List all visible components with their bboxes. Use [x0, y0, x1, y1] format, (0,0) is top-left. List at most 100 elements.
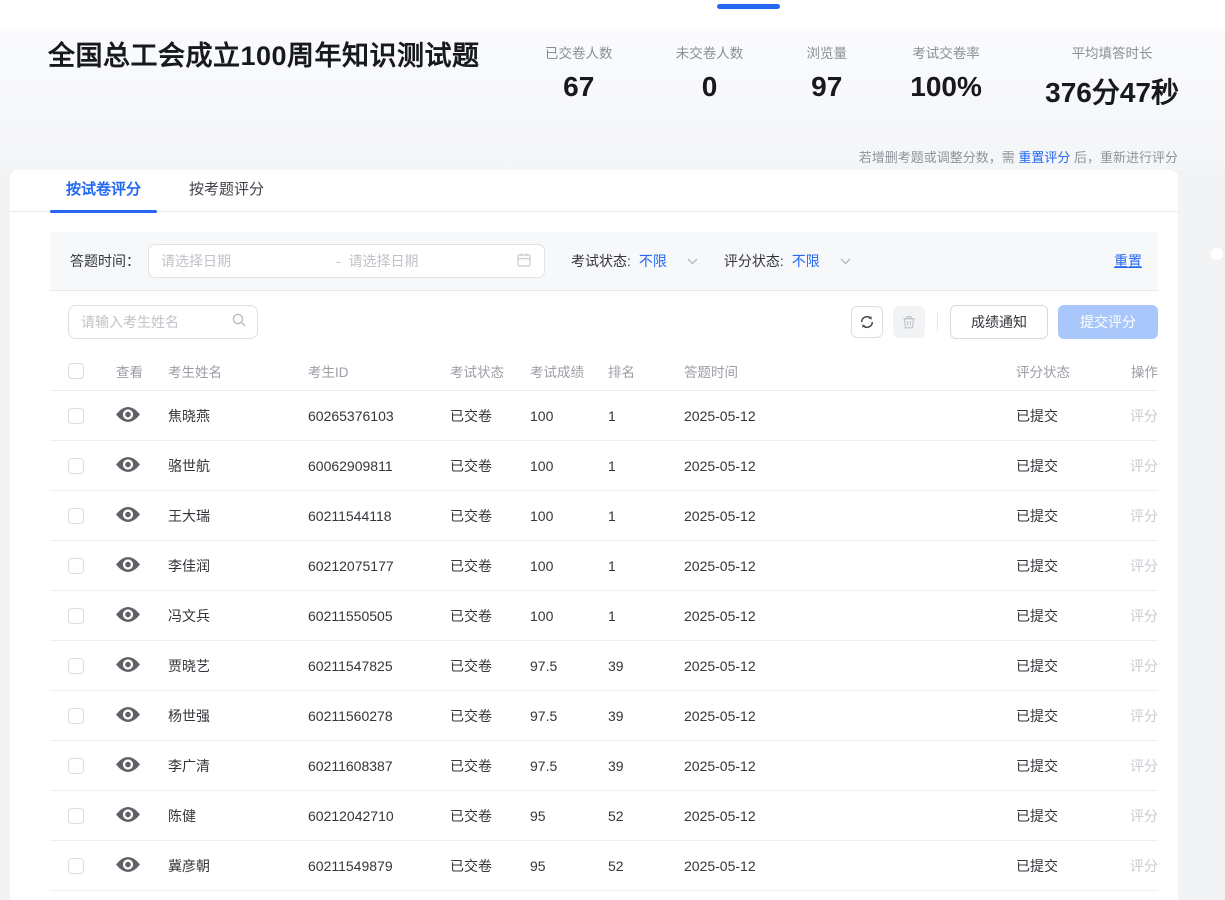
exam-status-select[interactable]: 不限: [639, 251, 667, 271]
reset-score-note: 若增删考题或调整分数，需 重置评分 后，重新进行评分: [859, 147, 1178, 166]
cell-time: 2025-05-12: [668, 458, 1016, 474]
stat-value: 0: [676, 71, 744, 103]
view-eye-icon[interactable]: [116, 756, 140, 773]
view-eye-icon[interactable]: [116, 456, 140, 473]
cell-exam-status: 已交卷: [450, 656, 530, 676]
grade-action-link[interactable]: 评分: [1130, 508, 1158, 524]
grade-action-link[interactable]: 评分: [1130, 608, 1158, 624]
table-body: 焦晓燕 60265376103 已交卷 100 1 2025-05-12 已提交…: [50, 391, 1158, 891]
search-icon[interactable]: [231, 312, 247, 333]
scrollbar-thumb[interactable]: [1211, 248, 1223, 260]
grade-action-link[interactable]: 评分: [1130, 408, 1158, 424]
select-all-checkbox[interactable]: [68, 363, 84, 379]
cell-id: 60265376103: [308, 408, 450, 424]
date-range-picker[interactable]: 请选择日期 - 请选择日期: [148, 244, 545, 278]
row-checkbox[interactable]: [68, 458, 84, 474]
cell-exam-status: 已交卷: [450, 456, 530, 476]
view-eye-icon[interactable]: [116, 856, 140, 873]
row-checkbox[interactable]: [68, 858, 84, 874]
chevron-down-icon[interactable]: [687, 258, 698, 265]
view-eye-icon[interactable]: [116, 506, 140, 523]
row-checkbox[interactable]: [68, 758, 84, 774]
row-checkbox[interactable]: [68, 408, 84, 424]
cell-time: 2025-05-12: [668, 508, 1016, 524]
cell-score: 97.5: [530, 658, 608, 674]
score-notify-button[interactable]: 成绩通知: [950, 305, 1048, 339]
cell-name: 骆世航: [168, 456, 308, 476]
reset-filters-link[interactable]: 重置: [1114, 251, 1142, 271]
cell-exam-status: 已交卷: [450, 806, 530, 826]
cell-time: 2025-05-12: [668, 808, 1016, 824]
cell-grade-status: 已提交: [1016, 556, 1104, 576]
cell-grade-status: 已提交: [1016, 656, 1104, 676]
cell-exam-status: 已交卷: [450, 506, 530, 526]
cell-grade-status: 已提交: [1016, 456, 1104, 476]
view-eye-icon[interactable]: [116, 806, 140, 823]
date-end-input[interactable]: 请选择日期: [349, 251, 517, 271]
cell-name: 陈健: [168, 806, 308, 826]
view-eye-icon[interactable]: [116, 656, 140, 673]
stat-label: 已交卷人数: [545, 42, 613, 62]
cell-name: 李广清: [168, 756, 308, 776]
view-eye-icon[interactable]: [116, 406, 140, 423]
grade-action-link[interactable]: 评分: [1130, 758, 1158, 774]
chevron-down-icon[interactable]: [840, 258, 851, 265]
cell-id: 60211544118: [308, 508, 450, 524]
stat-value: 97: [807, 71, 848, 103]
col-header-id: 考生ID: [308, 361, 450, 381]
cell-exam-status: 已交卷: [450, 606, 530, 626]
cell-id: 60062909811: [308, 458, 450, 474]
cell-exam-status: 已交卷: [450, 856, 530, 876]
table-header-row: 查看 考生姓名 考生ID 考试状态 考试成绩 排名 答题时间 评分状态 操作: [50, 351, 1158, 391]
cell-score: 97.5: [530, 758, 608, 774]
cell-exam-status: 已交卷: [450, 556, 530, 576]
stat-avg-duration: 平均填答时长 376分47秒: [1045, 42, 1179, 111]
grade-action-link[interactable]: 评分: [1130, 658, 1158, 674]
view-eye-icon[interactable]: [116, 706, 140, 723]
reset-score-link[interactable]: 重置评分: [1018, 150, 1070, 165]
search-input[interactable]: 请输入考生姓名: [68, 305, 258, 339]
cell-name: 李佳润: [168, 556, 308, 576]
cell-rank: 39: [608, 758, 668, 774]
search-placeholder: 请输入考生姓名: [81, 312, 231, 332]
grade-status-label: 评分状态:: [724, 251, 784, 271]
grade-action-link[interactable]: 评分: [1130, 858, 1158, 874]
stats-row: 已交卷人数 67 未交卷人数 0 浏览量 97 考试交卷率 100% 平均填答时…: [545, 42, 1179, 111]
cell-exam-status: 已交卷: [450, 756, 530, 776]
refresh-button[interactable]: [851, 306, 883, 338]
date-start-input[interactable]: 请选择日期: [161, 251, 329, 271]
note-prefix: 若增删考题或调整分数，需: [859, 150, 1019, 165]
grade-action-link[interactable]: 评分: [1130, 708, 1158, 724]
grading-tabs: 按试卷评分 按考题评分: [10, 170, 1178, 212]
cell-rank: 52: [608, 808, 668, 824]
row-checkbox[interactable]: [68, 508, 84, 524]
grade-status-select[interactable]: 不限: [792, 251, 820, 271]
answer-time-label: 答题时间：: [70, 251, 140, 271]
tab-grade-by-paper[interactable]: 按试卷评分: [50, 170, 157, 212]
cell-grade-status: 已提交: [1016, 706, 1104, 726]
table-row: 陈健 60212042710 已交卷 95 52 2025-05-12 已提交 …: [50, 791, 1158, 841]
cell-grade-status: 已提交: [1016, 856, 1104, 876]
note-suffix: 后，重新进行评分: [1070, 150, 1178, 165]
cell-name: 焦晓燕: [168, 406, 308, 426]
cell-id: 60211550505: [308, 608, 450, 624]
row-checkbox[interactable]: [68, 808, 84, 824]
table-row: 冯文兵 60211550505 已交卷 100 1 2025-05-12 已提交…: [50, 591, 1158, 641]
view-eye-icon[interactable]: [116, 556, 140, 573]
tab-grade-by-question[interactable]: 按考题评分: [173, 170, 280, 212]
row-checkbox[interactable]: [68, 708, 84, 724]
row-checkbox[interactable]: [68, 658, 84, 674]
cell-exam-status: 已交卷: [450, 706, 530, 726]
view-eye-icon[interactable]: [116, 606, 140, 623]
cell-name: 冀彦朝: [168, 856, 308, 876]
section-divider: [50, 290, 1158, 291]
calendar-icon: [516, 252, 532, 271]
row-checkbox[interactable]: [68, 558, 84, 574]
grade-action-link[interactable]: 评分: [1130, 558, 1158, 574]
submit-grading-button[interactable]: 提交评分: [1058, 305, 1158, 339]
grade-action-link[interactable]: 评分: [1130, 458, 1158, 474]
delete-button[interactable]: [893, 306, 925, 338]
cell-rank: 1: [608, 508, 668, 524]
grade-action-link[interactable]: 评分: [1130, 808, 1158, 824]
row-checkbox[interactable]: [68, 608, 84, 624]
